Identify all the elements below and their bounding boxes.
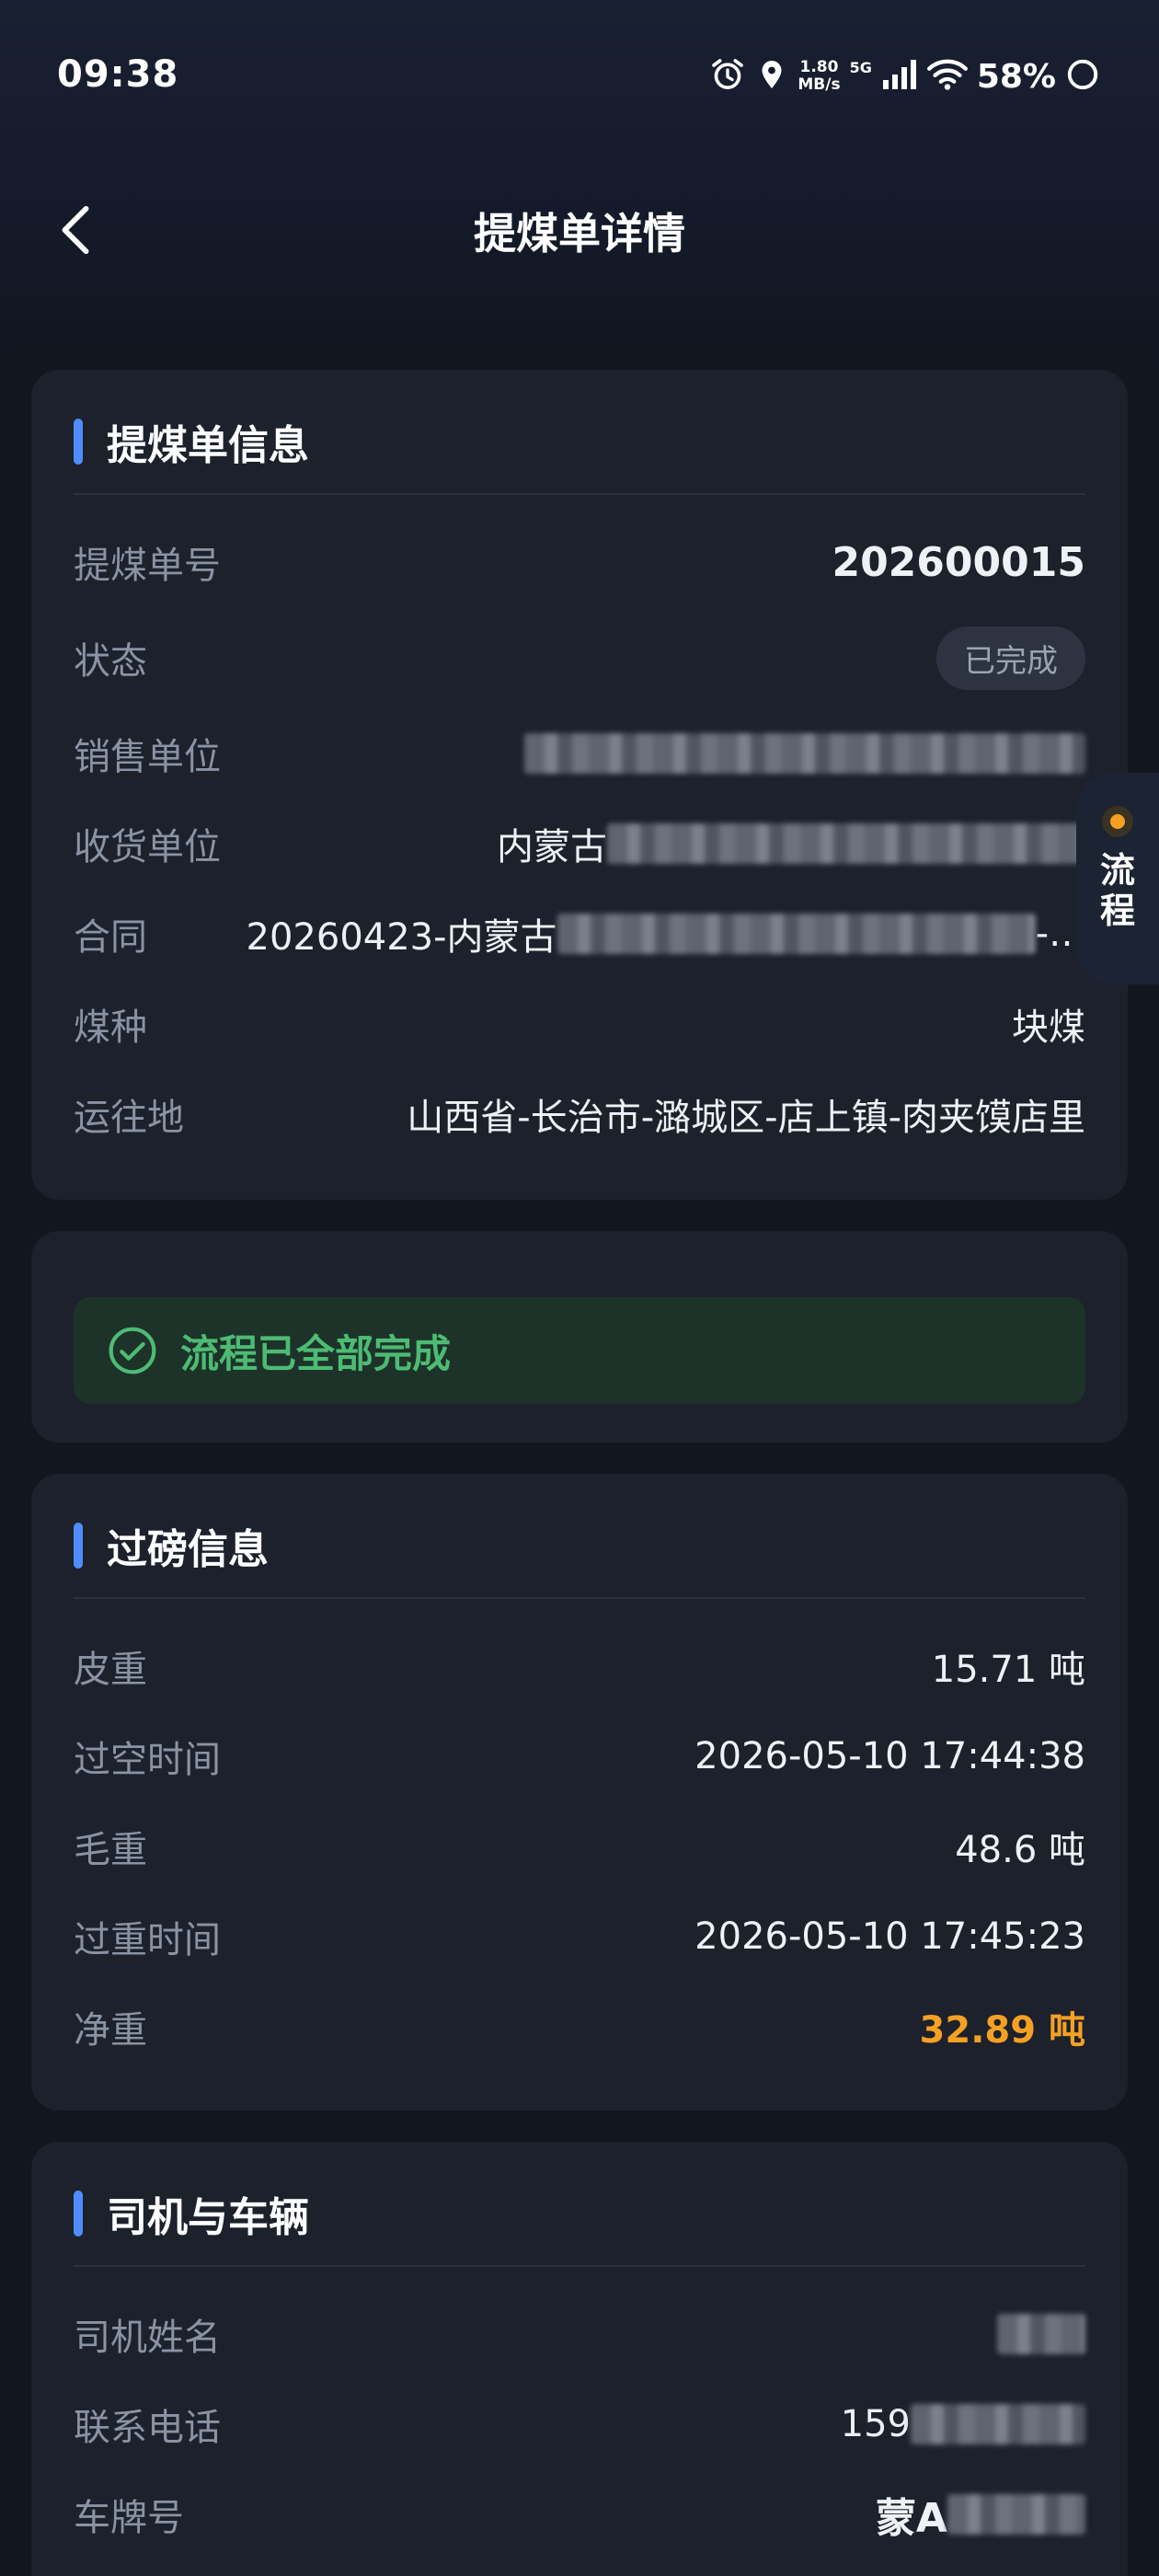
label: 提煤单号	[74, 545, 221, 587]
section-title: 过磅信息	[107, 1526, 269, 1573]
flow-float-tab[interactable]: 流程	[1076, 773, 1159, 984]
label: 煤种	[74, 1006, 147, 1049]
page-title: 提煤单详情	[474, 209, 685, 259]
row-seller: 销售单位	[74, 721, 1085, 786]
driver-header: 司机与车辆	[74, 2184, 309, 2243]
redacted-text	[911, 2404, 1085, 2444]
seller-value	[524, 733, 1085, 774]
order-no-value: 202600015	[832, 538, 1085, 586]
location-icon	[755, 56, 788, 97]
signal-icon	[881, 58, 918, 95]
row-empty-time: 过空时间 2026-05-10 17:44:38	[74, 1724, 1085, 1788]
row-gross-time: 过重时间 2026-05-10 17:45:23	[74, 1904, 1085, 1969]
gross-time-value: 2026-05-10 17:45:23	[694, 1915, 1085, 1958]
tare-value: 15.71 吨	[931, 1649, 1085, 1691]
battery-level: 58%	[976, 57, 1056, 96]
flow-tab-label: 流程	[1099, 850, 1135, 931]
net-weight-value: 32.89 吨	[919, 2009, 1085, 2052]
section-accent-bar	[74, 419, 83, 465]
redacted-text	[997, 2314, 1085, 2354]
redacted-text	[607, 823, 1085, 864]
row-order-no: 提煤单号 202600015	[74, 530, 1085, 594]
driver-card: 司机与车辆 司机姓名 联系电话 159 车牌号 蒙A	[31, 2142, 1128, 2576]
battery-ring-icon	[1065, 57, 1100, 96]
flow-complete-banner: 流程已全部完成	[74, 1297, 1085, 1404]
label: 司机姓名	[74, 2317, 221, 2359]
label: 过重时间	[74, 1919, 221, 1961]
alarm-icon	[709, 56, 746, 97]
status-icons: 1.80 MB/s 5G 58%	[709, 53, 1100, 99]
plate-value: 蒙A	[876, 2485, 1085, 2544]
label: 联系电话	[74, 2407, 221, 2449]
redacted-text	[557, 914, 1036, 954]
label: 销售单位	[74, 736, 221, 778]
label: 合同	[74, 916, 147, 959]
section-accent-bar	[74, 2191, 83, 2237]
wifi-icon	[926, 58, 968, 95]
section-accent-bar	[74, 1523, 83, 1569]
empty-time-value: 2026-05-10 17:44:38	[694, 1735, 1085, 1777]
section-title: 司机与车辆	[107, 2194, 309, 2241]
row-phone: 联系电话 159	[74, 2392, 1085, 2456]
flow-complete-text: 流程已全部完成	[180, 1330, 452, 1376]
divider	[74, 2265, 1085, 2267]
check-circle-icon	[109, 1327, 156, 1374]
row-tare: 皮重 15.71 吨	[74, 1634, 1085, 1698]
flow-card: 流程已全部完成	[31, 1231, 1128, 1443]
label: 状态	[74, 640, 147, 683]
coal-type-value: 块煤	[1012, 1006, 1085, 1049]
status-time: 09:38	[57, 53, 179, 96]
redacted-text	[524, 733, 1085, 774]
row-gross: 毛重 48.6 吨	[74, 1814, 1085, 1879]
weighing-header: 过磅信息	[74, 1516, 269, 1575]
label: 过空时间	[74, 1739, 221, 1781]
row-net: 净重 32.89 吨	[74, 1995, 1085, 2059]
nav-bar: 提煤单详情	[0, 175, 1159, 285]
order-info-card: 提煤单信息 提煤单号 202600015 状态 已完成 销售单位 收货单位 内蒙…	[31, 370, 1128, 1200]
gross-value: 48.6 吨	[955, 1829, 1085, 1871]
flow-dot-icon	[1102, 806, 1133, 837]
label: 车牌号	[74, 2497, 184, 2539]
label: 运往地	[74, 1097, 184, 1139]
content-area: 提煤单信息 提煤单号 202600015 状态 已完成 销售单位 收货单位 内蒙…	[0, 342, 1159, 2576]
row-receiver: 收货单位 内蒙古	[74, 811, 1085, 876]
label: 净重	[74, 2009, 147, 2052]
status-bar: 09:38 1.80 MB/s 5G 58%	[0, 0, 1159, 156]
network-type: 5G	[849, 58, 872, 76]
order-info-header: 提煤单信息	[74, 412, 309, 471]
receiver-value: 内蒙古	[497, 817, 1085, 870]
section-title: 提煤单信息	[107, 422, 309, 469]
driver-name-value	[997, 2314, 1085, 2354]
row-plate: 车牌号 蒙A	[74, 2482, 1085, 2547]
row-contract: 合同 20260423-内蒙古 -…	[74, 902, 1085, 966]
network-speed: 1.80 MB/s	[798, 58, 841, 94]
divider	[74, 493, 1085, 495]
contract-value: 20260423-内蒙古 -…	[246, 913, 1085, 959]
label: 毛重	[74, 1829, 147, 1871]
label: 皮重	[74, 1649, 147, 1691]
destination-value: 山西省-长治市-潞城区-店上镇-肉夹馍店里	[407, 1097, 1085, 1139]
row-driver-name: 司机姓名	[74, 2302, 1085, 2366]
row-destination: 运往地 山西省-长治市-潞城区-店上镇-肉夹馍店里	[74, 1082, 1085, 1146]
phone-value[interactable]: 159	[841, 2403, 1085, 2445]
divider	[74, 1597, 1085, 1599]
label: 收货单位	[74, 826, 221, 868]
redacted-text	[947, 2494, 1085, 2535]
weighing-card: 过磅信息 皮重 15.71 吨 过空时间 2026-05-10 17:44:38…	[31, 1474, 1128, 2110]
row-coal-type: 煤种 块煤	[74, 992, 1085, 1056]
row-status: 状态 已完成	[74, 626, 1085, 690]
status-badge: 已完成	[936, 626, 1085, 690]
